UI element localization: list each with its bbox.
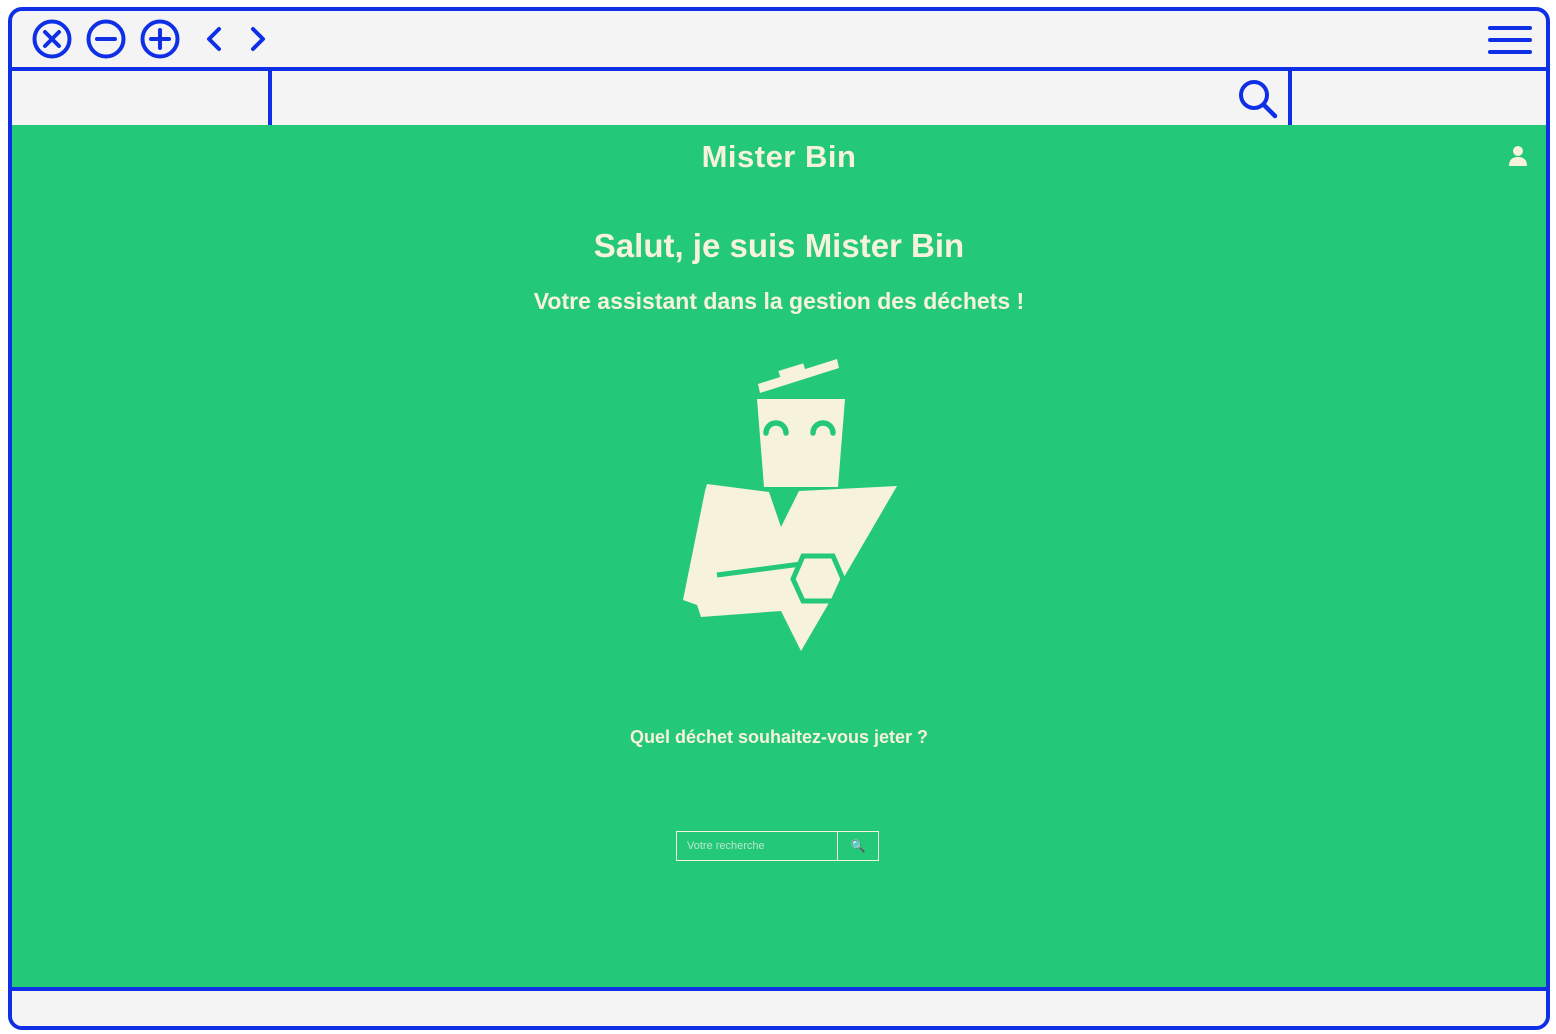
user-icon[interactable]	[1508, 145, 1528, 167]
search-icon[interactable]	[1236, 77, 1280, 121]
mascot-bin-illustration	[683, 359, 897, 651]
search-form: 🔍	[676, 831, 880, 861]
page-subtitle: Votre assistant dans la gestion des déch…	[533, 288, 1025, 314]
search-button[interactable]: 🔍	[837, 831, 879, 861]
maximize-icon[interactable]	[140, 19, 180, 59]
close-icon[interactable]	[32, 19, 72, 59]
browser-toolbar	[12, 11, 1546, 67]
page-title: Salut, je suis Mister Bin	[593, 227, 965, 264]
search-question-label: Quel déchet souhaitez-vous jeter ?	[629, 727, 929, 747]
site-brand[interactable]: Mister Bin	[12, 139, 1546, 175]
hamburger-menu-icon[interactable]	[1488, 23, 1532, 57]
address-bar-row	[12, 67, 1546, 129]
page-content: Mister Bin Salut, je suis Mister Bin Vot…	[12, 125, 1546, 991]
search-input[interactable]	[676, 831, 838, 861]
forward-arrow-icon[interactable]	[238, 19, 278, 59]
back-arrow-icon[interactable]	[194, 19, 234, 59]
browser-window: Mister Bin Salut, je suis Mister Bin Vot…	[8, 7, 1550, 1030]
minimize-icon[interactable]	[86, 19, 126, 59]
address-bar-right-field[interactable]	[1292, 71, 1546, 125]
address-bar-left-field[interactable]	[12, 71, 272, 125]
browser-status-bar	[12, 991, 1546, 1026]
address-bar-url-field[interactable]	[272, 71, 1292, 125]
